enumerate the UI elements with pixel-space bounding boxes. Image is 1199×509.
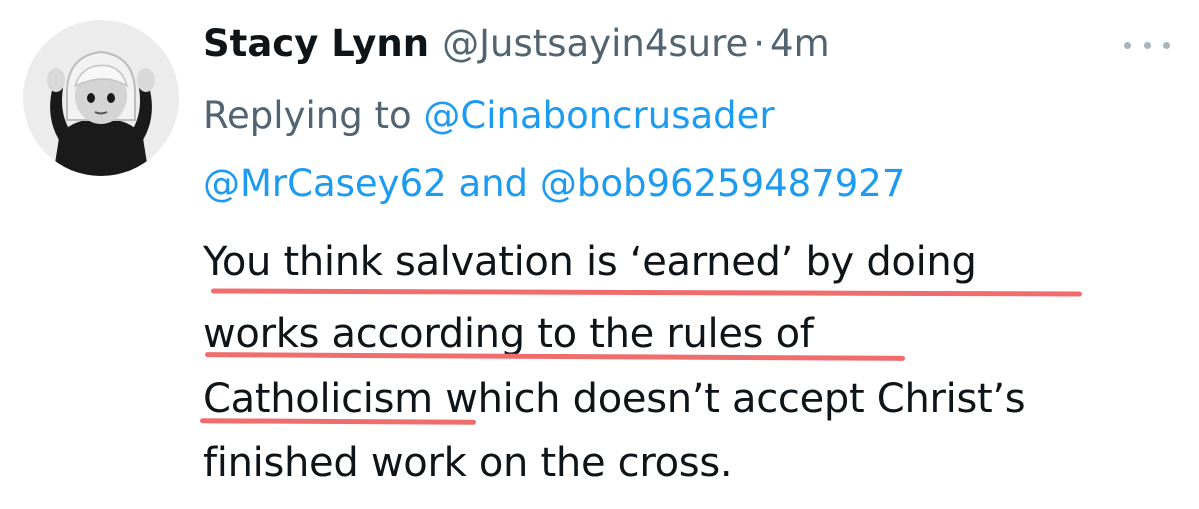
avatar[interactable] xyxy=(23,20,179,176)
more-dot xyxy=(1163,41,1170,49)
replying-to-line: Replying to @Cinaboncrusader xyxy=(203,92,775,140)
mention-joiner: and xyxy=(458,162,529,205)
more-horizontal-icon[interactable] xyxy=(1124,32,1170,58)
timestamp[interactable]: 4m xyxy=(770,20,830,68)
highlight-underline xyxy=(210,288,1083,297)
tweet-text-line: finished work on the cross. xyxy=(203,440,733,486)
display-name[interactable]: Stacy Lynn xyxy=(203,20,429,68)
mention-link-bob96259487927[interactable]: @bob96259487927 xyxy=(540,162,906,205)
user-handle[interactable]: @Justsayin4sure xyxy=(442,20,748,68)
tweet-header: Stacy Lynn @Justsayin4sure · 4m xyxy=(203,20,830,68)
more-dot xyxy=(1124,41,1131,49)
woman-shrugging-emoji-icon xyxy=(23,20,179,176)
tweet-card[interactable]: Stacy Lynn @Justsayin4sure · 4m Replying… xyxy=(0,0,1199,509)
mention-link-cinaboncrusader[interactable]: @Cinaboncrusader xyxy=(423,94,774,137)
header-separator: · xyxy=(753,22,766,65)
tweet-text-line: Catholicism which doesn’t accept Christ’… xyxy=(203,376,1026,422)
more-dot xyxy=(1143,41,1151,49)
tweet-text-line: You think salvation is ‘earned’ by doing xyxy=(203,239,977,285)
replying-to-label: Replying to xyxy=(203,94,412,137)
replying-to-line-continued: @MrCasey62 and @bob96259487927 xyxy=(203,160,905,208)
mention-link-mrcasey62[interactable]: @MrCasey62 xyxy=(203,162,447,205)
